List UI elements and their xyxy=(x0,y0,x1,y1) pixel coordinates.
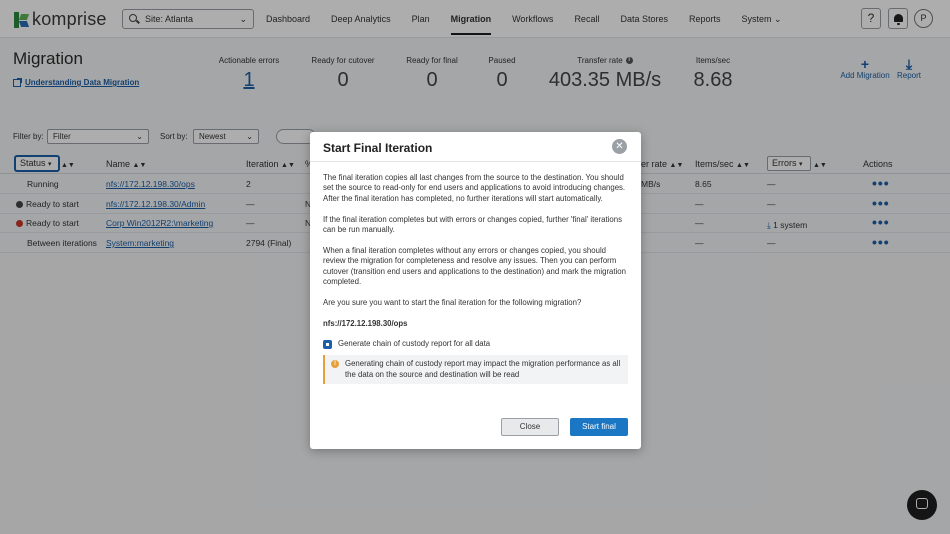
dialog-body: The final iteration copies all last chan… xyxy=(323,173,629,385)
dialog-title: Start Final Iteration xyxy=(323,141,433,155)
chain-of-custody-checkbox-row[interactable]: Generate chain of custody report for all… xyxy=(323,339,629,349)
warning-notice: ! Generating chain of custody report may… xyxy=(323,355,628,385)
warning-icon: ! xyxy=(331,360,339,369)
chain-of-custody-checkbox[interactable] xyxy=(323,339,332,349)
checkbox-label: Generate chain of custody report for all… xyxy=(338,338,491,348)
dialog-paragraph: Are you sure you want to start the final… xyxy=(323,298,582,308)
close-button[interactable]: Close xyxy=(501,418,559,436)
dialog-paragraph: When a final iteration completes without… xyxy=(323,246,626,287)
start-final-iteration-dialog: Start Final Iteration ✕ The final iterat… xyxy=(310,132,641,449)
dialog-paragraph: If the final iteration completes but wit… xyxy=(323,214,622,235)
start-final-button[interactable]: Start final xyxy=(570,418,628,436)
close-icon[interactable]: ✕ xyxy=(612,139,627,154)
warning-text: Generating chain of custody report may i… xyxy=(345,359,621,379)
migration-path: nfs://172.12.198.30/ops xyxy=(323,319,408,329)
dialog-header: Start Final Iteration ✕ xyxy=(310,132,641,162)
dialog-paragraph: The final iteration copies all last chan… xyxy=(323,173,626,203)
